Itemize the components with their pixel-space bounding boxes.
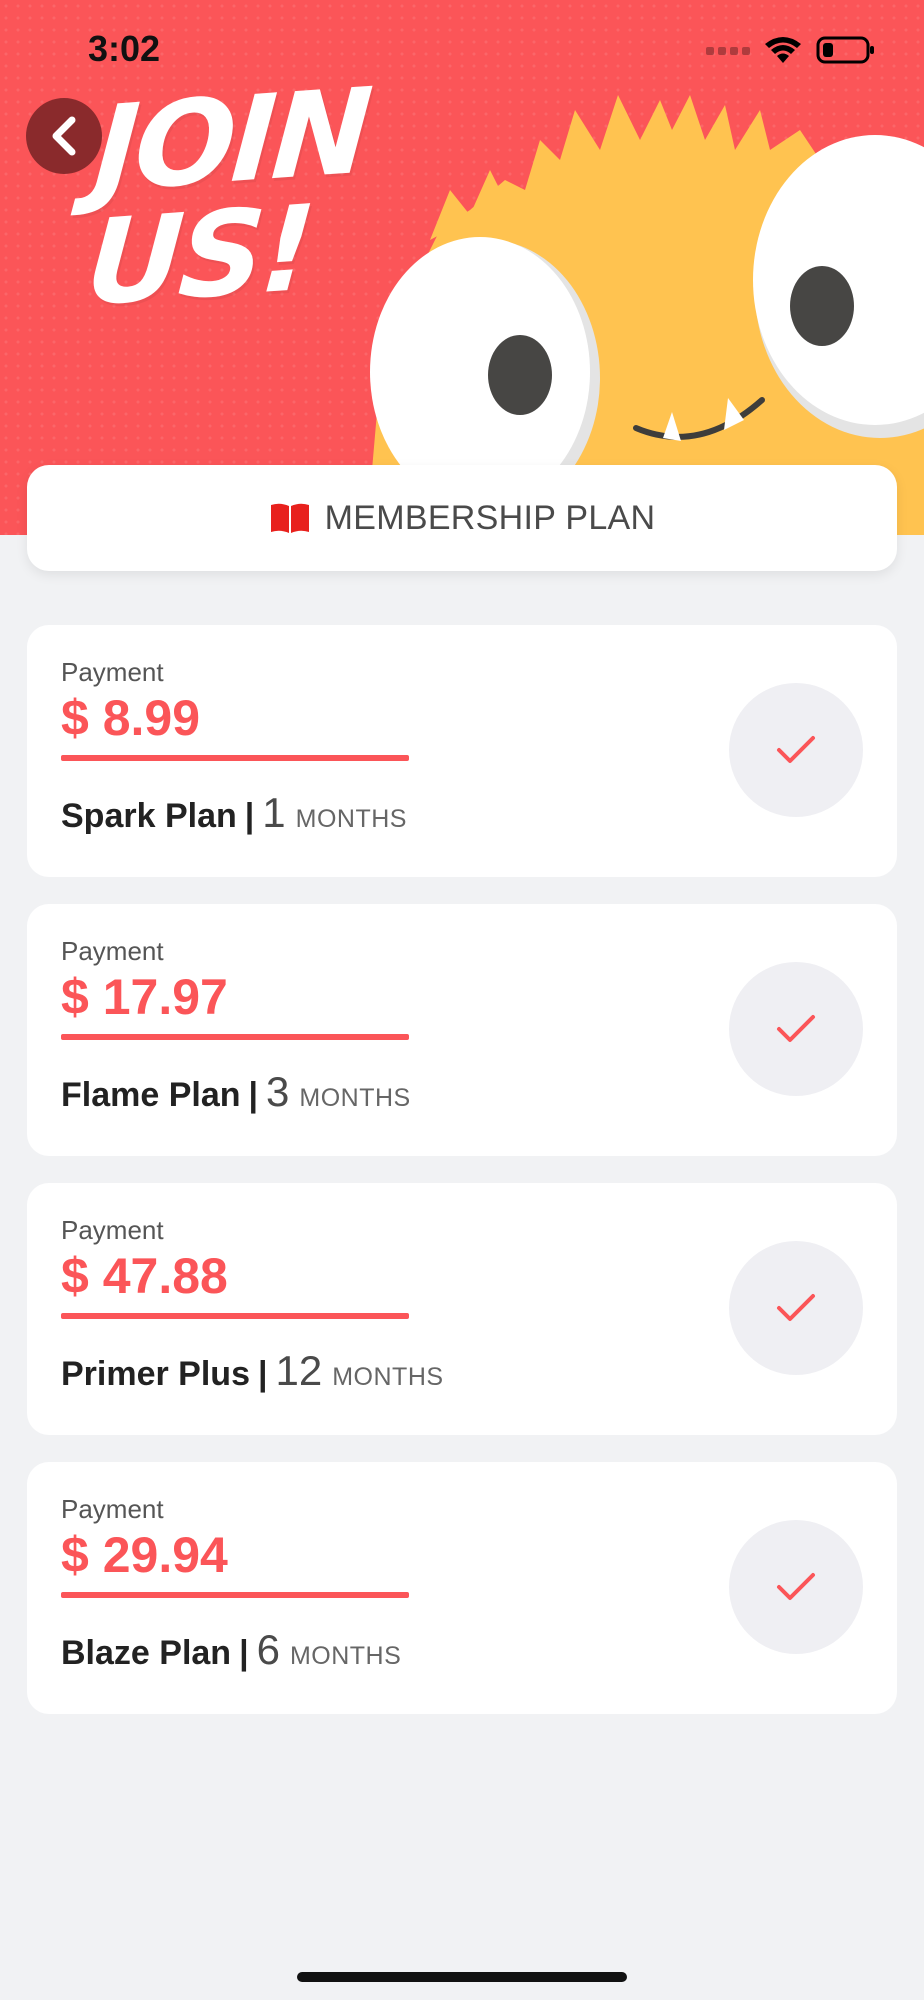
back-button[interactable] — [26, 98, 102, 174]
select-plan-button[interactable] — [729, 1241, 863, 1375]
status-icons — [706, 30, 876, 70]
membership-plan-title: MEMBERSHIP PLAN — [324, 498, 656, 537]
select-plan-button[interactable] — [729, 962, 863, 1096]
signal-icon — [706, 47, 750, 55]
price-underline — [61, 755, 409, 761]
plan-name: Flame Plan — [61, 1076, 241, 1114]
plan-name: Blaze Plan — [61, 1634, 232, 1672]
checkmark-icon — [777, 1294, 815, 1321]
plan-details: Flame Plan | 3 MONTHS — [61, 1068, 411, 1116]
hero-banner: 3:02 JOIN US! — [0, 0, 924, 535]
payment-label: Payment — [61, 1494, 164, 1524]
plan-separator: | — [248, 1076, 259, 1114]
plan-months: 6 — [256, 1626, 280, 1673]
select-plan-button[interactable] — [729, 683, 863, 817]
checkmark-icon — [777, 1015, 815, 1042]
plan-details: Spark Plan | 1 MONTHS — [61, 789, 407, 837]
price-underline — [61, 1313, 409, 1319]
membership-plan-header: MEMBERSHIP PLAN — [27, 465, 897, 571]
chevron-left-icon — [52, 116, 76, 156]
plan-price: $ 8.99 — [61, 690, 201, 746]
plan-separator: | — [257, 1355, 268, 1393]
wifi-icon — [765, 37, 801, 63]
plan-name: Spark Plan — [61, 797, 237, 835]
price-underline — [61, 1592, 409, 1598]
plan-details: Blaze Plan | 6 MONTHS — [61, 1626, 401, 1674]
plan-card-spark[interactable]: Payment $ 8.99 Spark Plan | 1 MONTHS — [27, 625, 897, 877]
plan-separator: | — [239, 1634, 249, 1672]
plan-months-label: MONTHS — [299, 1084, 411, 1112]
plan-months-label: MONTHS — [295, 805, 407, 833]
plan-name: Primer Plus — [61, 1355, 250, 1393]
plan-price: $ 47.88 — [61, 1248, 228, 1304]
plan-months: 3 — [266, 1068, 290, 1115]
battery-icon — [816, 36, 874, 64]
plan-card-blaze[interactable]: Payment $ 29.94 Blaze Plan | 6 MONTHS — [27, 1462, 897, 1714]
payment-label: Payment — [61, 1215, 164, 1245]
plan-months: 1 — [262, 789, 286, 836]
select-plan-button[interactable] — [729, 1520, 863, 1654]
plan-details: Primer Plus | 12 MONTHS — [61, 1347, 444, 1395]
home-indicator[interactable] — [297, 1972, 627, 1982]
plan-price: $ 17.97 — [61, 969, 228, 1025]
plan-card-primer-plus[interactable]: Payment $ 47.88 Primer Plus | 12 MONTHS — [27, 1183, 897, 1435]
payment-label: Payment — [61, 936, 164, 966]
plan-card-flame[interactable]: Payment $ 17.97 Flame Plan | 3 MONTHS — [27, 904, 897, 1156]
status-time: 3:02 — [88, 28, 161, 69]
hero-title: JOIN US! — [82, 61, 373, 333]
checkmark-icon — [777, 1573, 815, 1600]
price-underline — [61, 1034, 409, 1040]
plan-months-label: MONTHS — [289, 1642, 402, 1670]
checkmark-icon — [777, 736, 815, 763]
plan-separator: | — [244, 797, 255, 835]
plan-months: 12 — [275, 1347, 323, 1394]
payment-label: Payment — [61, 657, 164, 687]
plan-price: $ 29.94 — [61, 1527, 228, 1583]
book-icon — [270, 503, 309, 533]
plan-months-label: MONTHS — [332, 1363, 444, 1391]
